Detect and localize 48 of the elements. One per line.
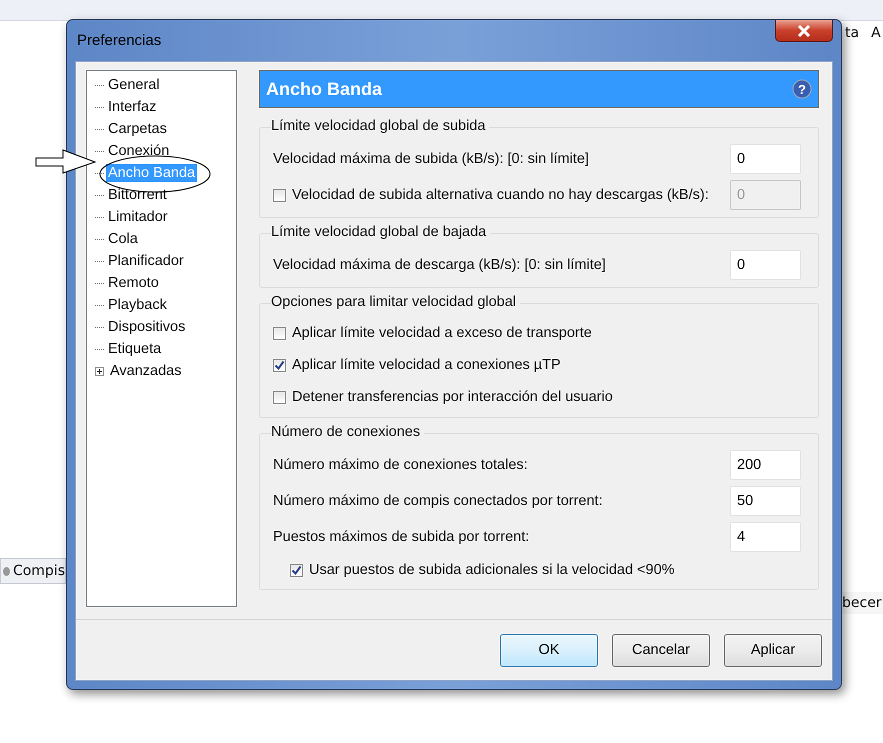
number-field[interactable]: 0 [730, 144, 801, 174]
checkbox-label: Detener transferencias por interacción del usuario [292, 389, 613, 405]
checkbox[interactable] [273, 326, 286, 340]
group-title: Límite velocidad global de bajada [271, 224, 490, 240]
close-icon [797, 24, 811, 36]
number-field[interactable]: 200 [730, 450, 801, 480]
field-label: Número máximo de compis conectados por torrent: [273, 493, 603, 509]
tree-item[interactable]: Conexión [106, 142, 172, 160]
group-title: Opciones para limitar velocidad global [271, 294, 520, 310]
checkbox[interactable] [290, 564, 303, 576]
tree-item[interactable]: Remoto [106, 274, 161, 292]
background-text: A [871, 25, 881, 41]
checkbox-label: Aplicar límite velocidad a exceso de transporte [292, 325, 592, 341]
checkbox-label: Usar puestos de subida adicionales si la velocidad <90% [309, 562, 675, 578]
tree-item[interactable]: Bittorrent [106, 186, 169, 204]
tree-item[interactable]: Dispositivos [106, 318, 188, 336]
expand-icon[interactable] [95, 366, 104, 376]
tree-item[interactable]: Avanzadas [108, 362, 184, 380]
field-label: Número máximo de conexiones totales: [273, 457, 528, 473]
group-title: Límite velocidad global de subida [271, 118, 490, 134]
checkbox[interactable] [273, 390, 286, 404]
section-title: Ancho Banda [266, 78, 382, 100]
tree-item[interactable]: Cola [106, 230, 140, 248]
background-text: ta [845, 25, 860, 41]
tree-item[interactable]: Playback [106, 296, 169, 314]
dialog-button[interactable]: Aplicar [724, 634, 822, 666]
number-field[interactable]: 4 [730, 522, 801, 552]
help-icon[interactable]: ? [792, 79, 812, 99]
dialog-button[interactable]: OK [500, 634, 598, 666]
window-title: Preferencias [76, 32, 162, 49]
checkbox-label: Aplicar límite velocidad a conexiones µTP [292, 357, 561, 373]
tree-item[interactable]: Etiqueta [106, 340, 164, 358]
tree-item[interactable]: Planificador [106, 252, 186, 270]
field-label: Velocidad máxima de subida (kB/s): [0: sin límite] [273, 151, 589, 167]
close-button[interactable] [775, 20, 833, 42]
dialog-button[interactable]: Cancelar [612, 634, 710, 666]
checkbox-label: Velocidad de subida alternativa cuando no hay descargas (kB/s): [292, 187, 709, 203]
number-field[interactable]: 50 [730, 486, 801, 516]
tree-item[interactable]: Carpetas [106, 120, 169, 138]
field-label: Puestos máximos de subida por torrent: [273, 529, 530, 545]
tree-item[interactable]: Interfaz [106, 98, 158, 116]
background-tab[interactable]: Compis [0, 558, 66, 584]
background-column-header: becer [842, 592, 883, 614]
tree-item[interactable]: Limitador [106, 208, 170, 226]
tree-item[interactable]: General [106, 76, 162, 94]
field-label: Velocidad máxima de descarga (kB/s): [0: sin límite] [273, 257, 606, 273]
number-field[interactable]: 0 [730, 250, 801, 280]
checkbox[interactable] [273, 358, 286, 372]
